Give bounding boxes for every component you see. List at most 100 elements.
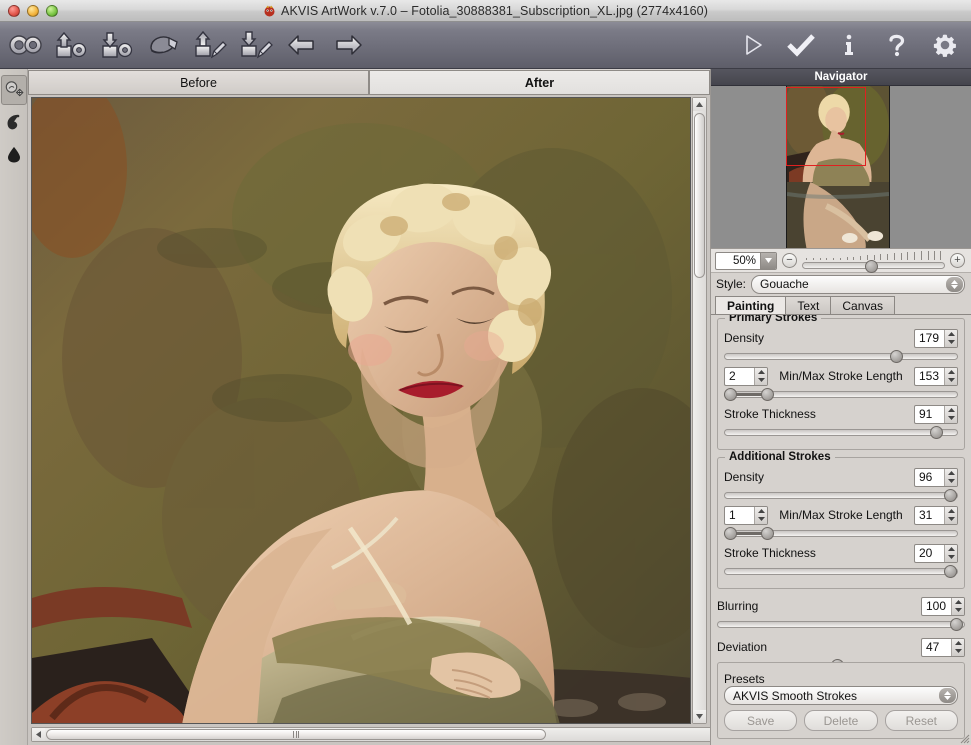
additional-length-max-input[interactable]: 31: [914, 506, 958, 525]
canvas-vertical-scrollbar[interactable]: [692, 97, 707, 724]
pan-tool[interactable]: [1, 75, 27, 105]
vertical-scroll-thumb[interactable]: [694, 113, 705, 278]
zoom-in-button[interactable]: +: [950, 253, 965, 268]
primary-thickness-thumb[interactable]: [930, 426, 943, 439]
primary-density-thumb[interactable]: [890, 350, 903, 363]
additional-density-thumb[interactable]: [944, 489, 957, 502]
apply-icon[interactable]: [785, 25, 817, 65]
stepper-up-icon[interactable]: [755, 507, 767, 516]
stepper-up-icon[interactable]: [952, 598, 964, 607]
stepper-up-icon[interactable]: [945, 368, 957, 377]
redo-icon[interactable]: [327, 25, 369, 65]
deviation-stepper[interactable]: [951, 639, 964, 656]
open-image-icon[interactable]: [51, 25, 93, 65]
primary-length-min-stepper[interactable]: [754, 368, 767, 385]
additional-density-input[interactable]: 96: [914, 468, 958, 487]
navigator-viewport-rect[interactable]: [786, 87, 866, 166]
primary-length-max-input[interactable]: 153: [914, 367, 958, 386]
stroke-direction-tool[interactable]: [1, 107, 27, 137]
primary-length-max-stepper[interactable]: [944, 368, 957, 385]
stepper-down-icon[interactable]: [945, 414, 957, 423]
undo-icon[interactable]: [281, 25, 323, 65]
stepper-down-icon[interactable]: [952, 606, 964, 615]
primary-density-slider[interactable]: [724, 350, 958, 363]
help-icon[interactable]: [881, 25, 913, 65]
stepper-down-icon[interactable]: [945, 338, 957, 347]
scroll-down-icon[interactable]: [693, 710, 706, 723]
blurring-input[interactable]: 100: [921, 597, 965, 616]
zoom-out-button[interactable]: −: [782, 253, 797, 268]
additional-thickness-stepper[interactable]: [944, 545, 957, 562]
stepper-down-icon[interactable]: [952, 647, 964, 656]
stepper-up-icon[interactable]: [945, 469, 957, 478]
additional-length-min-stepper[interactable]: [754, 507, 767, 524]
save-image-icon[interactable]: [97, 25, 139, 65]
stepper-down-icon[interactable]: [945, 376, 957, 385]
primary-density-input[interactable]: 179: [914, 329, 958, 348]
additional-thickness-thumb[interactable]: [944, 565, 957, 578]
tab-before[interactable]: Before: [28, 70, 369, 96]
canvas-horizontal-scrollbar[interactable]: [31, 727, 713, 742]
stepper-down-icon[interactable]: [945, 553, 957, 562]
horizontal-scroll-thumb[interactable]: [46, 729, 546, 740]
stepper-up-icon[interactable]: [945, 507, 957, 516]
primary-length-min-input[interactable]: 2: [724, 367, 768, 386]
style-select[interactable]: Gouache: [751, 275, 965, 294]
reset-preset-button[interactable]: Reset: [885, 710, 958, 731]
additional-density-slider[interactable]: [724, 489, 958, 502]
scroll-left-icon[interactable]: [32, 728, 45, 741]
stepper-up-icon[interactable]: [952, 639, 964, 648]
stepper-up-icon[interactable]: [945, 545, 957, 554]
stepper-up-icon[interactable]: [945, 406, 957, 415]
primary-length-slider[interactable]: [724, 388, 958, 401]
stepper-up-icon[interactable]: [945, 330, 957, 339]
preferences-icon[interactable]: [929, 25, 961, 65]
window-resize-handle[interactable]: [957, 731, 970, 744]
primary-thickness-stepper[interactable]: [944, 406, 957, 423]
chevron-down-icon[interactable]: [760, 253, 776, 269]
stepper-down-icon[interactable]: [755, 515, 767, 524]
tab-after[interactable]: After: [369, 70, 710, 96]
additional-length-min-thumb[interactable]: [724, 527, 737, 540]
scroll-up-icon[interactable]: [693, 98, 706, 111]
additional-length-max-thumb[interactable]: [761, 527, 774, 540]
additional-density-stepper[interactable]: [944, 469, 957, 486]
deviation-input[interactable]: 47: [921, 638, 965, 657]
smudge-tool[interactable]: [1, 139, 27, 169]
stepper-down-icon[interactable]: [755, 376, 767, 385]
primary-thickness-input[interactable]: 91: [914, 405, 958, 424]
primary-thickness-slider[interactable]: [724, 426, 958, 439]
tab-canvas[interactable]: Canvas: [830, 296, 895, 314]
run-icon[interactable]: [737, 25, 769, 65]
stepper-up-icon[interactable]: [755, 368, 767, 377]
save-strokes-icon[interactable]: [235, 25, 277, 65]
additional-length-slider[interactable]: [724, 527, 958, 540]
additional-thickness-input[interactable]: 20: [914, 544, 958, 563]
zoom-value-field[interactable]: 50%: [715, 252, 777, 270]
primary-length-max-thumb[interactable]: [761, 388, 774, 401]
akvis-logo-icon[interactable]: [5, 25, 47, 65]
navigator-preview[interactable]: [711, 86, 971, 249]
tab-text[interactable]: Text: [785, 296, 831, 314]
tab-painting[interactable]: Painting: [715, 296, 786, 314]
eraser-icon[interactable]: [143, 25, 185, 65]
stepper-down-icon[interactable]: [945, 477, 957, 486]
blurring-thumb[interactable]: [950, 618, 963, 631]
primary-density-stepper[interactable]: [944, 330, 957, 347]
image-viewport[interactable]: [31, 97, 691, 724]
blurring-stepper[interactable]: [951, 598, 964, 615]
updown-chevron-icon[interactable]: [939, 688, 956, 703]
additional-length-max-stepper[interactable]: [944, 507, 957, 524]
info-icon[interactable]: [833, 25, 865, 65]
preset-select[interactable]: AKVIS Smooth Strokes: [724, 686, 958, 705]
zoom-slider-thumb[interactable]: [865, 260, 878, 273]
save-preset-button[interactable]: Save: [724, 710, 797, 731]
load-strokes-icon[interactable]: [189, 25, 231, 65]
primary-length-min-thumb[interactable]: [724, 388, 737, 401]
additional-length-min-input[interactable]: 1: [724, 506, 768, 525]
additional-thickness-slider[interactable]: [724, 565, 958, 578]
zoom-slider[interactable]: [802, 251, 945, 271]
delete-preset-button[interactable]: Delete: [804, 710, 877, 731]
updown-chevron-icon[interactable]: [946, 277, 963, 292]
blurring-slider[interactable]: [717, 618, 965, 631]
